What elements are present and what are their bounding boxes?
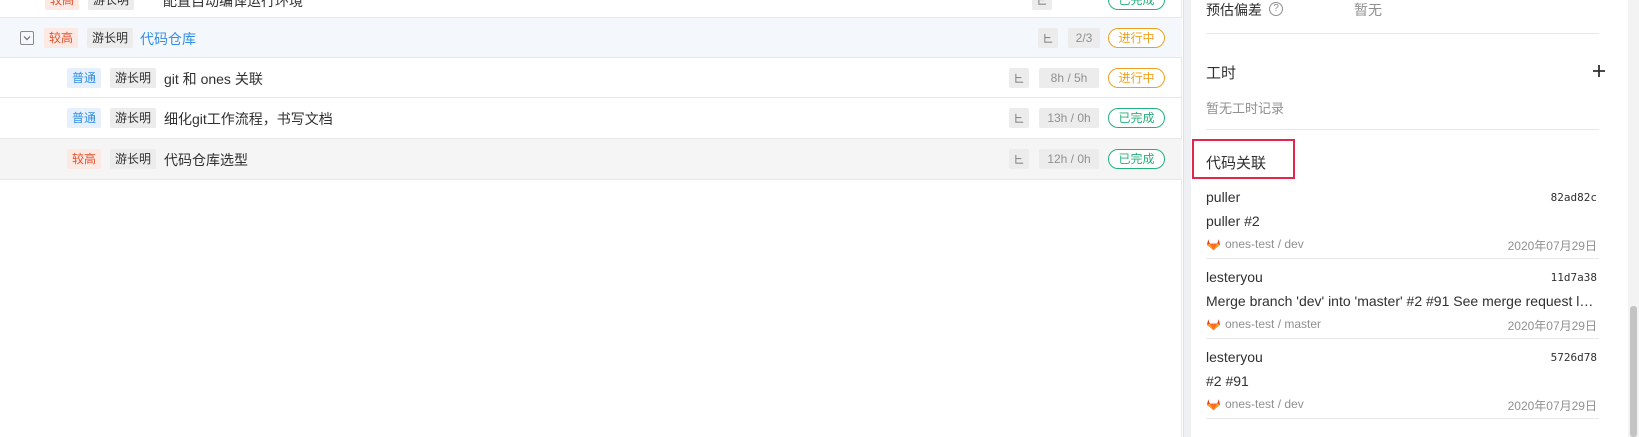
commit-repo[interactable]: ones-test / master	[1206, 316, 1321, 331]
commit-message[interactable]: #2 #91	[1206, 373, 1599, 389]
plus-icon[interactable]	[1591, 63, 1607, 79]
task-row[interactable]: 较高 游长明 代码仓库选型 12h / 0h 已完成	[0, 139, 1182, 180]
status-badge[interactable]: 进行中	[1108, 68, 1165, 88]
commit-message[interactable]: Merge branch 'dev' into 'master' #2 #91 …	[1206, 293, 1599, 309]
assignee-tag: 游长明	[110, 149, 157, 169]
commit-repo-label: ones-test / dev	[1225, 396, 1304, 411]
estimate-deviation-value: 暂无	[1354, 2, 1382, 18]
commit-date: 2020年07月29日	[1507, 399, 1597, 413]
subtask-icon[interactable]	[1032, 0, 1052, 10]
task-title[interactable]: 细化git工作流程，书写文档	[164, 109, 333, 129]
task-title[interactable]: 代码仓库选型	[164, 150, 248, 170]
task-row[interactable]: 普通 游长明 git 和 ones 关联 8h / 5h 进行中	[0, 58, 1182, 98]
panel-divider[interactable]	[1183, 0, 1191, 437]
subtask-count: 2/3	[1068, 28, 1100, 48]
worklog-empty-text: 暂无工时记录	[1206, 101, 1285, 116]
status-badge[interactable]: 已完成	[1108, 108, 1165, 128]
gitlab-icon	[1206, 319, 1221, 331]
commit-repo-label: ones-test / master	[1225, 316, 1322, 331]
divider	[1206, 338, 1599, 339]
divider	[1206, 129, 1599, 130]
status-badge[interactable]: 已完成	[1108, 149, 1165, 169]
assignee-tag: 游长明	[110, 68, 157, 88]
assignee-tag: 游长明	[110, 108, 157, 128]
highlight-box	[1192, 139, 1295, 179]
worklog-title: 工时	[1206, 65, 1237, 82]
priority-tag: 较高	[44, 28, 79, 48]
commit-repo-label: ones-test / dev	[1225, 236, 1304, 251]
commit-author: puller	[1206, 189, 1241, 205]
commit-repo[interactable]: ones-test / dev	[1206, 236, 1304, 251]
commit-date: 2020年07月29日	[1507, 319, 1597, 333]
divider	[1206, 33, 1599, 34]
hours-metric: 12h / 0h	[1039, 149, 1099, 169]
gitlab-icon	[1206, 399, 1221, 411]
help-icon[interactable]: ?	[1269, 2, 1283, 16]
divider	[1206, 418, 1599, 419]
task-list: 较高 游长明 配置自动编译运行环境 已完成 较高 游长明 代码仓库 2/3 进行…	[0, 0, 1182, 437]
priority-tag: 普通	[67, 108, 102, 128]
divider	[1206, 258, 1599, 259]
commit-repo[interactable]: ones-test / dev	[1206, 396, 1304, 411]
subtask-icon[interactable]	[1009, 68, 1029, 88]
task-title[interactable]: 配置自动编译运行环境	[163, 0, 303, 11]
priority-tag: 普通	[67, 68, 102, 88]
subtask-icon[interactable]	[1009, 108, 1029, 128]
task-title[interactable]: git 和 ones 关联	[164, 69, 263, 89]
commit-hash[interactable]: 5726d78	[1551, 351, 1597, 364]
assignee-tag: 游长明	[87, 28, 134, 48]
subtask-icon[interactable]	[1009, 149, 1029, 169]
hours-metric: 8h / 5h	[1039, 68, 1099, 88]
task-row[interactable]: 较高 游长明 配置自动编译运行环境 已完成	[0, 0, 1182, 18]
hours-metric: 13h / 0h	[1039, 108, 1099, 128]
priority-tag: 较高	[67, 149, 102, 169]
subtask-icon[interactable]	[1038, 28, 1058, 48]
status-badge[interactable]: 已完成	[1108, 0, 1165, 10]
estimate-deviation-label: 预估偏差	[1206, 2, 1262, 18]
commit-author: lesteryou	[1206, 269, 1263, 285]
commit-hash[interactable]: 82ad82c	[1551, 191, 1597, 204]
gitlab-icon	[1206, 239, 1221, 251]
scrollbar-thumb[interactable]	[1630, 306, 1637, 437]
task-row[interactable]: 普通 游长明 细化git工作流程，书写文档 13h / 0h 已完成	[0, 98, 1182, 139]
commit-hash[interactable]: 11d7a38	[1551, 271, 1597, 284]
task-row-parent[interactable]: 较高 游长明 代码仓库 2/3 进行中	[0, 18, 1182, 58]
app-root: 较高 游长明 配置自动编译运行环境 已完成 较高 游长明 代码仓库 2/3 进行…	[0, 0, 1639, 437]
priority-tag: 较高	[45, 0, 80, 10]
commit-date: 2020年07月29日	[1507, 239, 1597, 253]
commit-message[interactable]: puller #2	[1206, 213, 1599, 229]
assignee-tag: 游长明	[88, 0, 135, 10]
status-badge[interactable]: 进行中	[1108, 28, 1165, 48]
commit-author: lesteryou	[1206, 349, 1263, 365]
task-title[interactable]: 代码仓库	[140, 29, 196, 49]
chevron-down-icon[interactable]	[20, 31, 34, 45]
detail-panel: 预估偏差 ? 暂无 工时 暂无工时记录 代码关联 puller 82ad82c …	[1191, 0, 1628, 437]
